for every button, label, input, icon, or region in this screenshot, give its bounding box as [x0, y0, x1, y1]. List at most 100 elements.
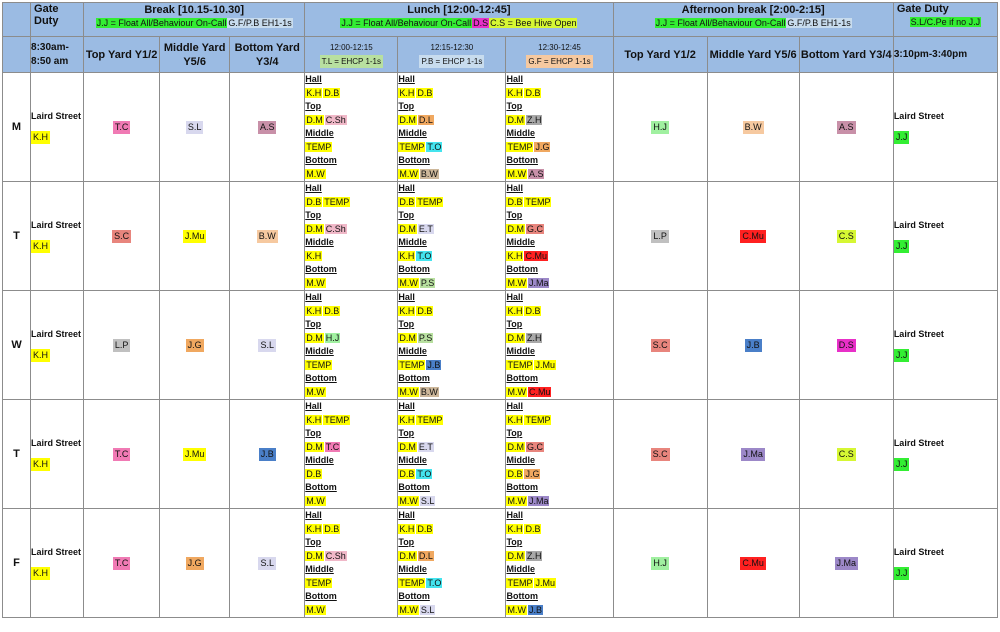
staff-tag: D.M	[305, 114, 324, 125]
break-yard-cell: L.P	[83, 290, 161, 400]
afternoon-yard-cell: C.Mu	[706, 508, 800, 618]
lunch-slot-cell: Hall D.B TEMP Top D.M E.T Middle K.H T.O Bottom M.…	[397, 181, 507, 291]
afternoon-yard-cell: C.S	[798, 399, 894, 509]
staff-tag: Z.H	[525, 332, 543, 343]
lunch-area-staff: M.W S.L	[398, 604, 505, 617]
staff-tag: TEMP	[506, 577, 534, 588]
lunch-notes: J.J = Float All/Behaviour On-Call D.S C.S …	[306, 18, 612, 28]
staff-tag: K.H	[305, 414, 323, 425]
staff-tag: S.L	[185, 120, 204, 134]
staff-tag: A.S	[257, 120, 277, 134]
staff-tag: D.B	[398, 468, 416, 479]
lunch-area-staff: D.M C.Sh	[305, 114, 397, 128]
lunch-slot-cell: Hall K.H TEMP Top D.M T.C Middle D.B Bottom M.W	[304, 399, 399, 509]
staff-tag: M.W	[506, 168, 527, 179]
lunch-area-staff: M.W P.S	[398, 277, 505, 290]
lunch-area-staff: D.B TEMP	[305, 196, 397, 210]
staff-tag: D.B	[416, 523, 434, 534]
afternoon-yard-cell: S.C	[612, 399, 708, 509]
gate-pm-cell: Laird Street J.J	[892, 181, 999, 291]
staff-tag: M.W	[398, 168, 419, 179]
staff-tag: T.O	[416, 250, 433, 261]
lunch-area-staff: D.M Z.H	[506, 332, 612, 346]
afternoon-yard-cell: H.J	[612, 508, 708, 618]
lunch-area-label: Hall	[305, 74, 322, 84]
lunch-area-label: Middle	[506, 346, 535, 356]
lunch-area-label: Bottom	[398, 373, 430, 383]
break-notes-item: G.F/P.B EH1-1s	[227, 18, 293, 28]
staff-tag: E.T	[417, 441, 434, 452]
lunch-area-staff: K.H D.B	[305, 523, 397, 537]
staff-tag: D.M	[506, 223, 525, 234]
staff-tag: B.W	[256, 229, 278, 243]
staff-tag: D.B	[506, 196, 524, 207]
staff-tag: H.J	[651, 120, 669, 134]
staff-tag: M.W	[506, 495, 527, 506]
lunch-area-staff: D.M C.Sh	[305, 223, 397, 237]
staff-tag: G.C	[525, 441, 544, 452]
staff-tag: D.M	[506, 550, 525, 561]
lunch-area-label: Top	[305, 101, 322, 111]
staff-tag: D.B	[323, 87, 341, 98]
staff-tag: D.M	[398, 332, 417, 343]
lunch-area-label: Top	[506, 537, 523, 547]
gate-am-staff: K.H	[31, 566, 51, 580]
lunch-area-label: Middle	[506, 455, 535, 465]
staff-tag: TEMP	[416, 414, 444, 425]
break-yard-cell: B.W	[229, 181, 306, 291]
staff-tag: D.M	[506, 441, 525, 452]
lunch-area-label: Bottom	[398, 155, 430, 165]
staff-tag: J.B	[527, 604, 543, 615]
afternoon-yard-cell: C.Mu	[706, 181, 800, 291]
break-yard-cell: S.L	[229, 290, 306, 400]
lunch-area-label: Middle	[506, 128, 535, 138]
lunch-area-label: Bottom	[305, 482, 337, 492]
gate-am-staff: K.H	[31, 239, 51, 253]
lunch-area-staff: D.M P.S	[398, 332, 505, 346]
staff-tag: T.C	[112, 447, 131, 461]
afternoon-bottom-yard-header: Bottom Yard Y3/4	[798, 36, 894, 73]
gate-place: Laird Street	[893, 110, 944, 121]
lunch-slot-cell: Hall K.H D.B Top D.M D.L Middle TEMP T.O Bottom M.…	[397, 72, 507, 182]
staff-tag: J.Mu	[534, 577, 556, 588]
gate-place: Laird Street	[31, 437, 82, 448]
staff-tag: C.Mu	[524, 250, 548, 261]
lunch-slot-2-time: 12:15-12:30	[430, 42, 474, 52]
lunch-area-label: Bottom	[305, 373, 337, 383]
gate-duty-right-title: Gate Duty	[896, 3, 949, 16]
staff-tag: S.C	[112, 229, 132, 243]
staff-tag: B.W	[419, 168, 439, 179]
staff-tag: T.O	[416, 468, 433, 479]
staff-tag: K.H	[305, 305, 323, 316]
break-top-yard-header: Top Yard Y1/2	[83, 36, 161, 73]
lunch-slot-3-header: 12:30-12:45 G.F = EHCP 1-1s	[505, 36, 614, 73]
afternoon-yard-cell: J.B	[706, 290, 800, 400]
staff-tag: G.C	[525, 223, 544, 234]
staff-tag: TEMP	[416, 196, 444, 207]
staff-tag: M.W	[506, 604, 527, 615]
staff-tag: K.H	[506, 414, 524, 425]
staff-tag: M.W	[398, 604, 419, 615]
break-yard-cell: S.L	[159, 72, 231, 182]
gate-right-note: S.L/C.Pe if no J.J	[909, 17, 982, 27]
gate-am-cell: Laird Street K.H	[30, 399, 85, 509]
lunch-area-staff: TEMP	[305, 577, 397, 591]
lunch-area-staff: M.W	[305, 386, 397, 399]
break-yard-cell: T.C	[83, 72, 161, 182]
staff-tag: D.L	[417, 550, 434, 561]
lunch-slot-cell: Hall K.H TEMP Top D.M E.T Middle D.B T.O Bottom M.…	[397, 399, 507, 509]
afternoon-yard-cell: S.C	[612, 290, 708, 400]
lunch-area-staff: D.M Z.H	[506, 550, 612, 564]
lunch-area-staff: M.W C.Mu	[506, 386, 612, 399]
staff-tag: D.M	[398, 550, 417, 561]
staff-tag: J.B	[426, 359, 442, 370]
lunch-area-staff: K.H D.B	[305, 87, 397, 101]
lunch-area-label: Bottom	[506, 482, 538, 492]
staff-tag: C.Mu	[527, 386, 552, 397]
lunch-area-label: Hall	[398, 510, 415, 520]
gate-am-staff: K.H	[31, 348, 51, 362]
staff-tag: C.S	[836, 447, 856, 461]
lunch-area-staff: K.H TEMP	[398, 414, 505, 428]
staff-tag: D.B	[416, 87, 434, 98]
morning-gate-time: 8:30am-8:50 am	[30, 36, 85, 73]
